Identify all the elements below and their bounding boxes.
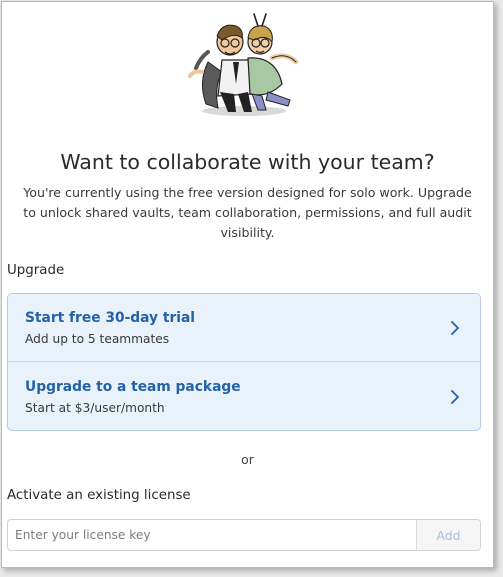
license-form: Add	[7, 519, 481, 551]
team-package-title: Upgrade to a team package	[25, 379, 241, 395]
add-license-button[interactable]: Add	[416, 520, 480, 550]
team-package-subtitle: Start at $3/user/month	[25, 401, 165, 415]
description-text: You're currently using the free version …	[23, 185, 472, 240]
team-package-option[interactable]: Upgrade to a team package Start at $3/us…	[8, 363, 480, 430]
license-section-label: Activate an existing license	[7, 488, 191, 503]
start-trial-title: Start free 30-day trial	[25, 310, 196, 326]
start-trial-option[interactable]: Start free 30-day trial Add up to 5 team…	[8, 294, 480, 362]
start-trial-subtitle: Add up to 5 teammates	[25, 332, 170, 346]
license-key-input[interactable]	[8, 520, 416, 550]
or-divider: or	[241, 452, 254, 467]
chevron-right-icon	[451, 390, 459, 404]
upgrade-dialog: Want to collaborate with your team? You'…	[1, 1, 494, 568]
chevron-right-icon	[451, 321, 459, 335]
upgrade-options-list: Start free 30-day trial Add up to 5 team…	[7, 293, 481, 431]
team-collaboration-illustration	[188, 13, 299, 116]
upgrade-section-label: Upgrade	[7, 263, 65, 278]
page-title: Want to collaborate with your team?	[60, 150, 435, 174]
